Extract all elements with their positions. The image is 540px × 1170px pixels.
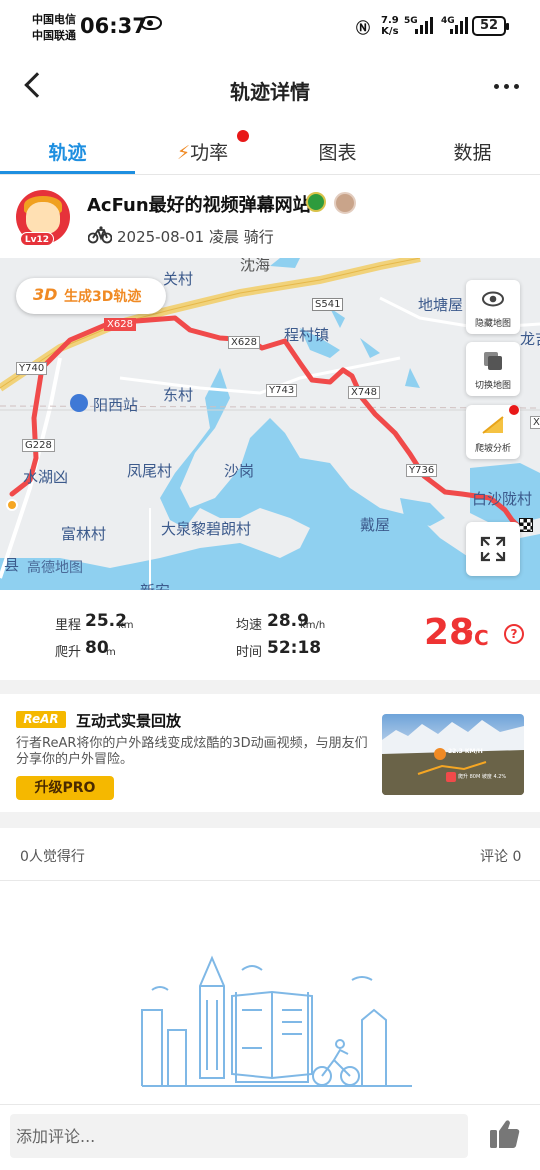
thumbs-up-icon[interactable] [488,1118,522,1150]
hide-map-button[interactable]: 隐藏地图 [466,280,520,334]
rear-preview-image[interactable]: 22.3 KM/H 爬升 80M 坡度 4.2% [382,714,524,795]
tab-power[interactable]: ⚡功率 [135,138,270,165]
speed-marker-icon [434,748,446,760]
map-place: 水湖凶 [23,468,69,486]
map-watermark: 高德地图 [27,560,83,576]
tab-data[interactable]: 数据 [405,138,540,165]
level-badge: Lv12 [20,232,54,246]
map-place: 关村 [163,270,194,288]
road-label: Y736 [406,464,438,477]
train-station-icon [70,394,88,412]
map-place: 凤尾村 [127,462,173,480]
divider [0,880,540,881]
likes-count[interactable]: 0人觉得行 [20,846,85,866]
comments-count[interactable]: 评论 0 [480,846,521,866]
avg-speed-label: 均速 [236,618,263,633]
slope-icon [482,416,504,434]
status-time: 06:37 [80,14,147,38]
section-gap [0,812,540,828]
activity-meta: 2025-08-01 凌晨 骑行 [117,228,274,246]
avg-speed-unit: km/h [300,620,326,631]
empty-comments-illustration [141,955,412,1087]
thumb-speed: 22.3 KM/H [448,748,483,755]
map-place: 程村镇 [284,326,330,344]
map-place: 沙岗 [224,462,255,480]
map-place: 东村 [163,386,194,404]
switch-map-button[interactable]: 切换地图 [466,342,520,396]
distance-unit: km [118,620,134,631]
map-place: 白沙陇村 [472,490,533,508]
road-label: X628 [228,336,260,349]
map-place: 地塘屋 [418,296,464,314]
medal-badge-icon[interactable] [306,192,326,212]
tab-chart[interactable]: 图表 [270,138,405,165]
road-label: X748 [348,386,380,399]
map-place: 阳西站 [93,396,139,414]
upgrade-pro-button[interactable]: 升级PRO [16,776,114,800]
comment-box[interactable] [10,1114,468,1158]
thumb-info: 爬升 80M 坡度 4.2% [458,774,507,780]
eye-icon [482,291,504,307]
start-marker-icon [6,499,18,511]
road-label: S541 [312,298,344,311]
more-options-icon[interactable] [494,84,519,89]
generate-3d-track-button[interactable]: 3D 生成3D轨迹 [16,278,166,314]
bicycle-icon [88,226,112,244]
climb-marker-icon [446,772,456,782]
eye-icon [140,16,162,30]
fullscreen-button[interactable] [466,522,520,576]
user-name[interactable]: AcFun最好的视频弹幕网站 [87,191,311,217]
signal-5g-icon [415,16,433,34]
map-place: 县 [4,556,20,574]
help-icon[interactable]: ? [504,624,524,644]
signal-4g-icon [450,16,468,34]
distance-label: 里程 [55,618,82,633]
time-value: 52:18 [267,638,322,658]
road-label: Y740 [16,362,48,375]
map-place: 戴屋 [360,516,391,534]
carrier-2: 中国联通 [32,29,76,42]
carrier-1: 中国电信 [32,13,76,26]
expand-icon [480,536,506,562]
time-label: 时间 [236,645,263,660]
rear-title: 互动式实景回放 [76,712,182,730]
battery-icon: 52 [472,16,509,36]
net-speed: 7.9 K/s [381,15,399,37]
lightning-icon: ⚡ [176,142,191,164]
layers-icon [484,352,502,370]
comment-input[interactable] [10,1114,468,1158]
tab-divider [0,174,540,175]
map-place: 大泉黎碧朗村 [161,520,252,538]
rear-logo: ReAR [16,711,66,728]
nfc-icon: Ⓝ [356,21,370,37]
road-label: X628 [104,318,136,331]
climb-label: 爬升 [55,645,82,660]
divider [0,1104,540,1105]
finish-flag-icon [519,518,533,532]
road-label: G228 [22,439,55,452]
notification-dot [237,130,249,142]
page-title: 轨迹详情 [230,80,310,104]
temperature-unit: °C [464,626,489,650]
road-label: X [530,416,540,429]
map-place: 沈海 [240,258,271,274]
achievement-badge-icon[interactable] [334,192,356,214]
status-bar: 中国电信 中国联通 06:37 Ⓝ 7.9 K/s 5G 4G 52 [0,0,540,56]
map-place: 新安 [140,580,170,590]
climb-unit: m [106,647,116,658]
rear-description: 行者ReAR将你的户外路线变成炫酷的3D动画视频，与朋友们分享你的户外冒险。 [16,736,368,767]
section-gap [0,680,540,694]
road-label: Y743 [266,384,298,397]
tab-track[interactable]: 轨迹 [0,138,135,165]
map-place: 富林村 [61,525,107,543]
map-place: 龙吉 [520,330,540,348]
notification-dot [509,405,519,415]
